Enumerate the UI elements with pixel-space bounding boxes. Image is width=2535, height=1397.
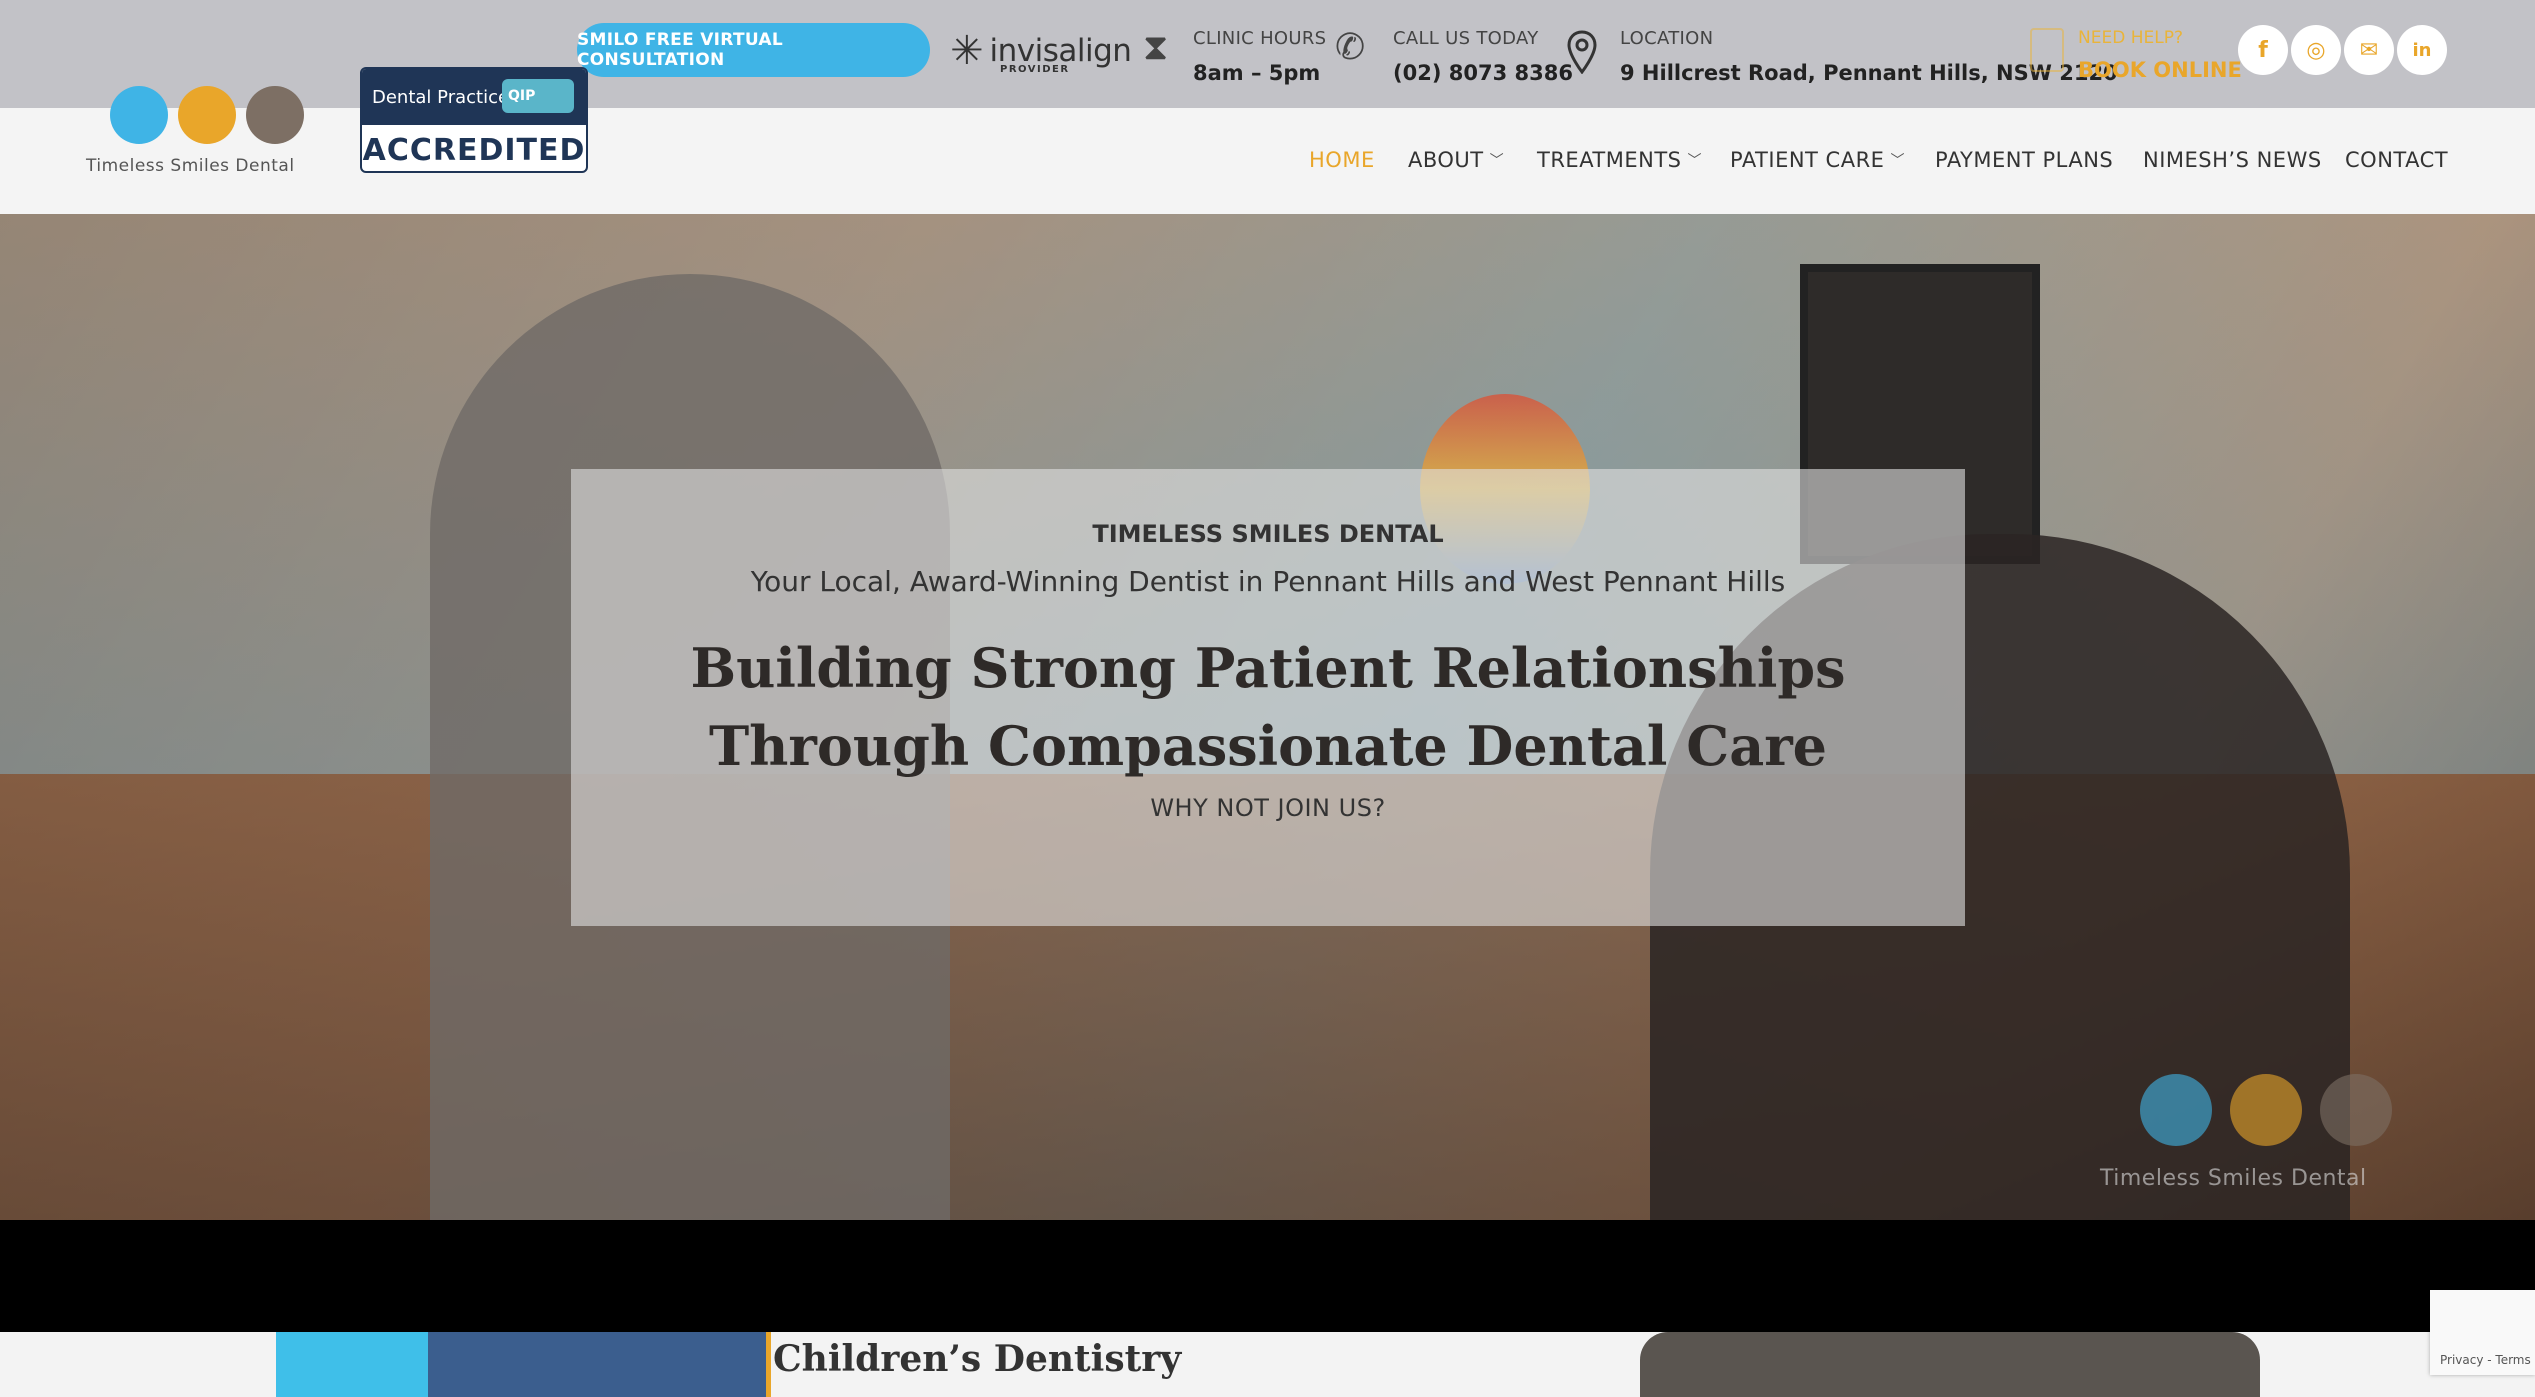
virtual-consultation-button[interactable]: SMILO FREE VIRTUAL CONSULTATION xyxy=(577,23,930,77)
invisalign-star-icon: ✳ xyxy=(950,28,984,74)
nav-home-label: HOME xyxy=(1309,148,1375,172)
nav-payment-plans[interactable]: PAYMENT PLANS xyxy=(1935,148,2113,172)
location-pin-icon xyxy=(1567,30,1597,74)
chevron-down-icon: ﹀ xyxy=(1489,153,1505,169)
hero-subtitle: Your Local, Award-Winning Dentist in Pen… xyxy=(750,565,1786,598)
hourglass-icon: ⧗ xyxy=(1143,27,1169,68)
nav-home[interactable]: HOME xyxy=(1309,148,1375,172)
section-title: Children’s Dentistry xyxy=(773,1338,1182,1380)
clinic-hours-value: 8am – 5pm xyxy=(1193,61,1321,85)
hero-heading-line2: Through Compassionate Dental Care xyxy=(708,714,1828,778)
book-online[interactable]: NEED HELP? BOOK ONLINE xyxy=(2078,28,2242,82)
watermark-blue-circle xyxy=(2140,1074,2212,1146)
book-online-link[interactable]: BOOK ONLINE xyxy=(2078,58,2242,82)
feature-image-blue xyxy=(276,1332,428,1397)
call-us[interactable]: CALL US TODAY (02) 8073 8386 xyxy=(1393,28,1573,85)
logo-blue-circle xyxy=(110,86,168,144)
email-icon[interactable]: ✉ xyxy=(2344,25,2394,75)
logo-brown-circle xyxy=(246,86,304,144)
clinic-hours: CLINIC HOURS 8am – 5pm xyxy=(1193,28,1326,85)
nav-contact[interactable]: CONTACT xyxy=(2345,148,2448,172)
recaptcha-links[interactable]: Privacy - Terms xyxy=(2440,1353,2531,1367)
phone-number-link[interactable]: (02) 8073 8386 xyxy=(1393,61,1573,85)
invisalign-provider-label: PROVIDER xyxy=(1000,64,1070,75)
section-accent-line xyxy=(766,1332,771,1397)
logo-text: Timeless Smiles Dental xyxy=(86,156,295,176)
nav-contact-label: CONTACT xyxy=(2345,148,2449,172)
chevron-down-icon: ﹀ xyxy=(1890,153,1905,169)
linkedin-icon[interactable]: in xyxy=(2397,25,2447,75)
invisalign-wordmark: invisalign xyxy=(989,32,1132,69)
booking-icon xyxy=(2030,28,2064,72)
instagram-icon[interactable]: ◎ xyxy=(2291,25,2341,75)
nav-nimesh-news-label: NIMESH’S NEWS xyxy=(2143,148,2322,172)
need-help-label: NEED HELP? xyxy=(2078,28,2183,48)
video-thumbnail[interactable] xyxy=(1640,1332,2260,1397)
nav-about[interactable]: ABOUT ﹀ xyxy=(1408,148,1504,172)
call-us-label: CALL US TODAY xyxy=(1393,28,1539,49)
phone-icon: ✆ xyxy=(1335,27,1366,68)
chevron-down-icon: ﹀ xyxy=(1687,153,1703,169)
watermark-brown-circle xyxy=(2320,1074,2392,1146)
qip-logo: QIP xyxy=(502,79,574,113)
nav-about-label: ABOUT xyxy=(1408,148,1484,172)
recaptcha-badge[interactable]: Privacy - Terms xyxy=(2430,1290,2535,1375)
facebook-icon[interactable]: f xyxy=(2238,25,2288,75)
nav-payment-plans-label: PAYMENT PLANS xyxy=(1935,148,2114,172)
nav-treatments[interactable]: TREATMENTS ﹀ xyxy=(1537,148,1702,172)
hero-heading-line1: Building Strong Patient Relationships xyxy=(690,636,1846,700)
watermark-orange-circle xyxy=(2230,1074,2302,1146)
nav-patient-care[interactable]: PATIENT CARE ﹀ xyxy=(1730,148,1905,172)
nav-nimesh-news[interactable]: NIMESH’S NEWS xyxy=(2143,148,2322,172)
nav-treatments-label: TREATMENTS xyxy=(1537,148,1682,172)
hero-heading: Building Strong Patient Relationships Th… xyxy=(571,629,1965,785)
join-us-link[interactable]: WHY NOT JOIN US? xyxy=(571,794,1965,822)
logo-orange-circle xyxy=(178,86,236,144)
invisalign-provider-logo[interactable]: ✳ invisalign PROVIDER xyxy=(950,26,1132,76)
site-logo[interactable]: Timeless Smiles Dental xyxy=(80,86,330,176)
clinic-hours-label: CLINIC HOURS xyxy=(1193,28,1327,49)
watermark-text: Timeless Smiles Dental xyxy=(2100,1166,2367,1191)
hero-text-panel: TIMELESS SMILES DENTAL Your Local, Award… xyxy=(571,469,1965,926)
nav-patient-care-label: PATIENT CARE xyxy=(1730,148,1885,172)
hero-eyebrow: TIMELESS SMILES DENTAL xyxy=(1092,520,1444,548)
accreditation-badge: Dental Practice QIP ACCREDITED xyxy=(360,67,588,173)
badge-accredited-label: ACCREDITED xyxy=(362,132,586,168)
feature-image-navy xyxy=(428,1332,766,1397)
hero-watermark-logo: Timeless Smiles Dental xyxy=(2100,1074,2440,1194)
